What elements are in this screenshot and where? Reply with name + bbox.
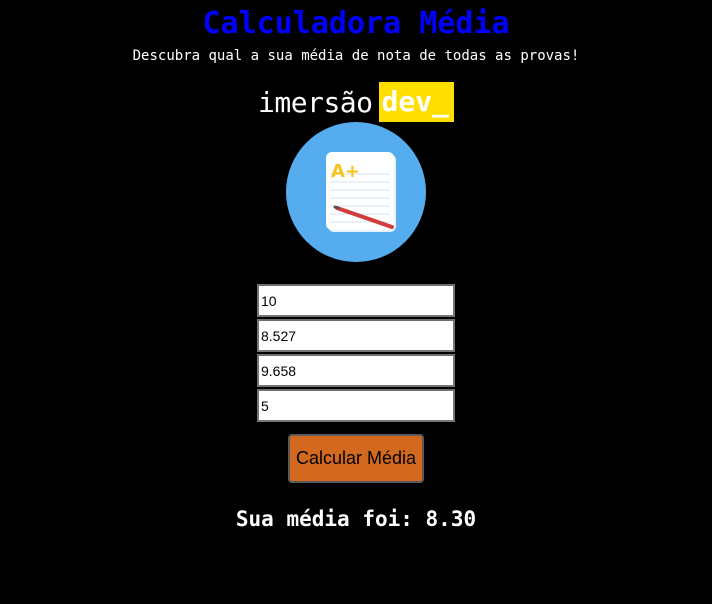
grade-input-4[interactable] — [257, 389, 455, 422]
page-subtitle: Descubra qual a sua média de nota de tod… — [132, 48, 580, 64]
logo-word: imersão — [258, 85, 373, 119]
grade-input-2[interactable] — [257, 319, 455, 352]
imersao-dev-logo: imersão dev_ — [258, 82, 454, 122]
average-result: Sua média foi: 8.30 — [235, 507, 477, 531]
grades-form — [257, 284, 455, 422]
notepad-grade-icon: A+ — [286, 122, 426, 262]
calculate-average-button[interactable]: Calcular Média — [288, 434, 424, 483]
page: Calculadora Média Descubra qual a sua mé… — [0, 0, 712, 531]
page-title: Calculadora Média — [202, 6, 510, 41]
logo-highlight: dev_ — [378, 82, 454, 122]
grade-input-1[interactable] — [257, 284, 455, 317]
grade-input-3[interactable] — [257, 354, 455, 387]
grade-mark: A+ — [331, 161, 360, 182]
